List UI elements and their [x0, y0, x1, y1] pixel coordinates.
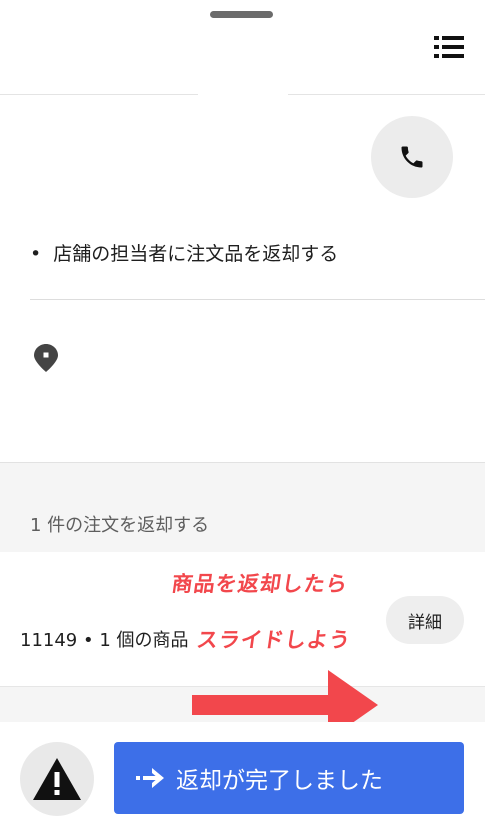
section-title: 1 件の注文を返却する	[30, 515, 210, 536]
detail-button[interactable]: 詳細	[386, 596, 464, 644]
order-summary: 11149 • 1 個の商品	[20, 630, 189, 651]
return-complete-slider[interactable]: 返却が完了しました	[114, 742, 464, 814]
return-instruction: • 店舗の担当者に注文品を返却する	[30, 239, 338, 266]
drag-handle[interactable]	[210, 11, 273, 18]
map-pin-icon	[34, 344, 58, 376]
bullet: •	[30, 243, 42, 265]
order-row: 商品を返却したら スライドしよう 11149 • 1 個の商品 詳細	[0, 552, 485, 686]
phone-icon	[401, 146, 423, 168]
store-card: • 店舗の担当者に注文品を返却する	[0, 94, 485, 463]
annotation-line1: 商品を返却したら	[170, 572, 350, 596]
annotation-line2: スライドしよう	[195, 628, 353, 652]
list-icon[interactable]	[434, 36, 464, 58]
warning-icon	[33, 758, 81, 800]
complete-label: 返却が完了しました	[176, 768, 383, 794]
call-button[interactable]	[371, 116, 453, 198]
arrow-right-icon	[136, 768, 164, 788]
instruction-text: 店舗の担当者に注文品を返却する	[53, 243, 339, 265]
section-header: 1 件の注文を返却する	[0, 462, 485, 553]
bottom-bar: 返却が完了しました	[0, 722, 485, 835]
top-bar	[0, 0, 485, 94]
divider	[30, 299, 485, 300]
report-issue-button[interactable]	[20, 742, 94, 816]
